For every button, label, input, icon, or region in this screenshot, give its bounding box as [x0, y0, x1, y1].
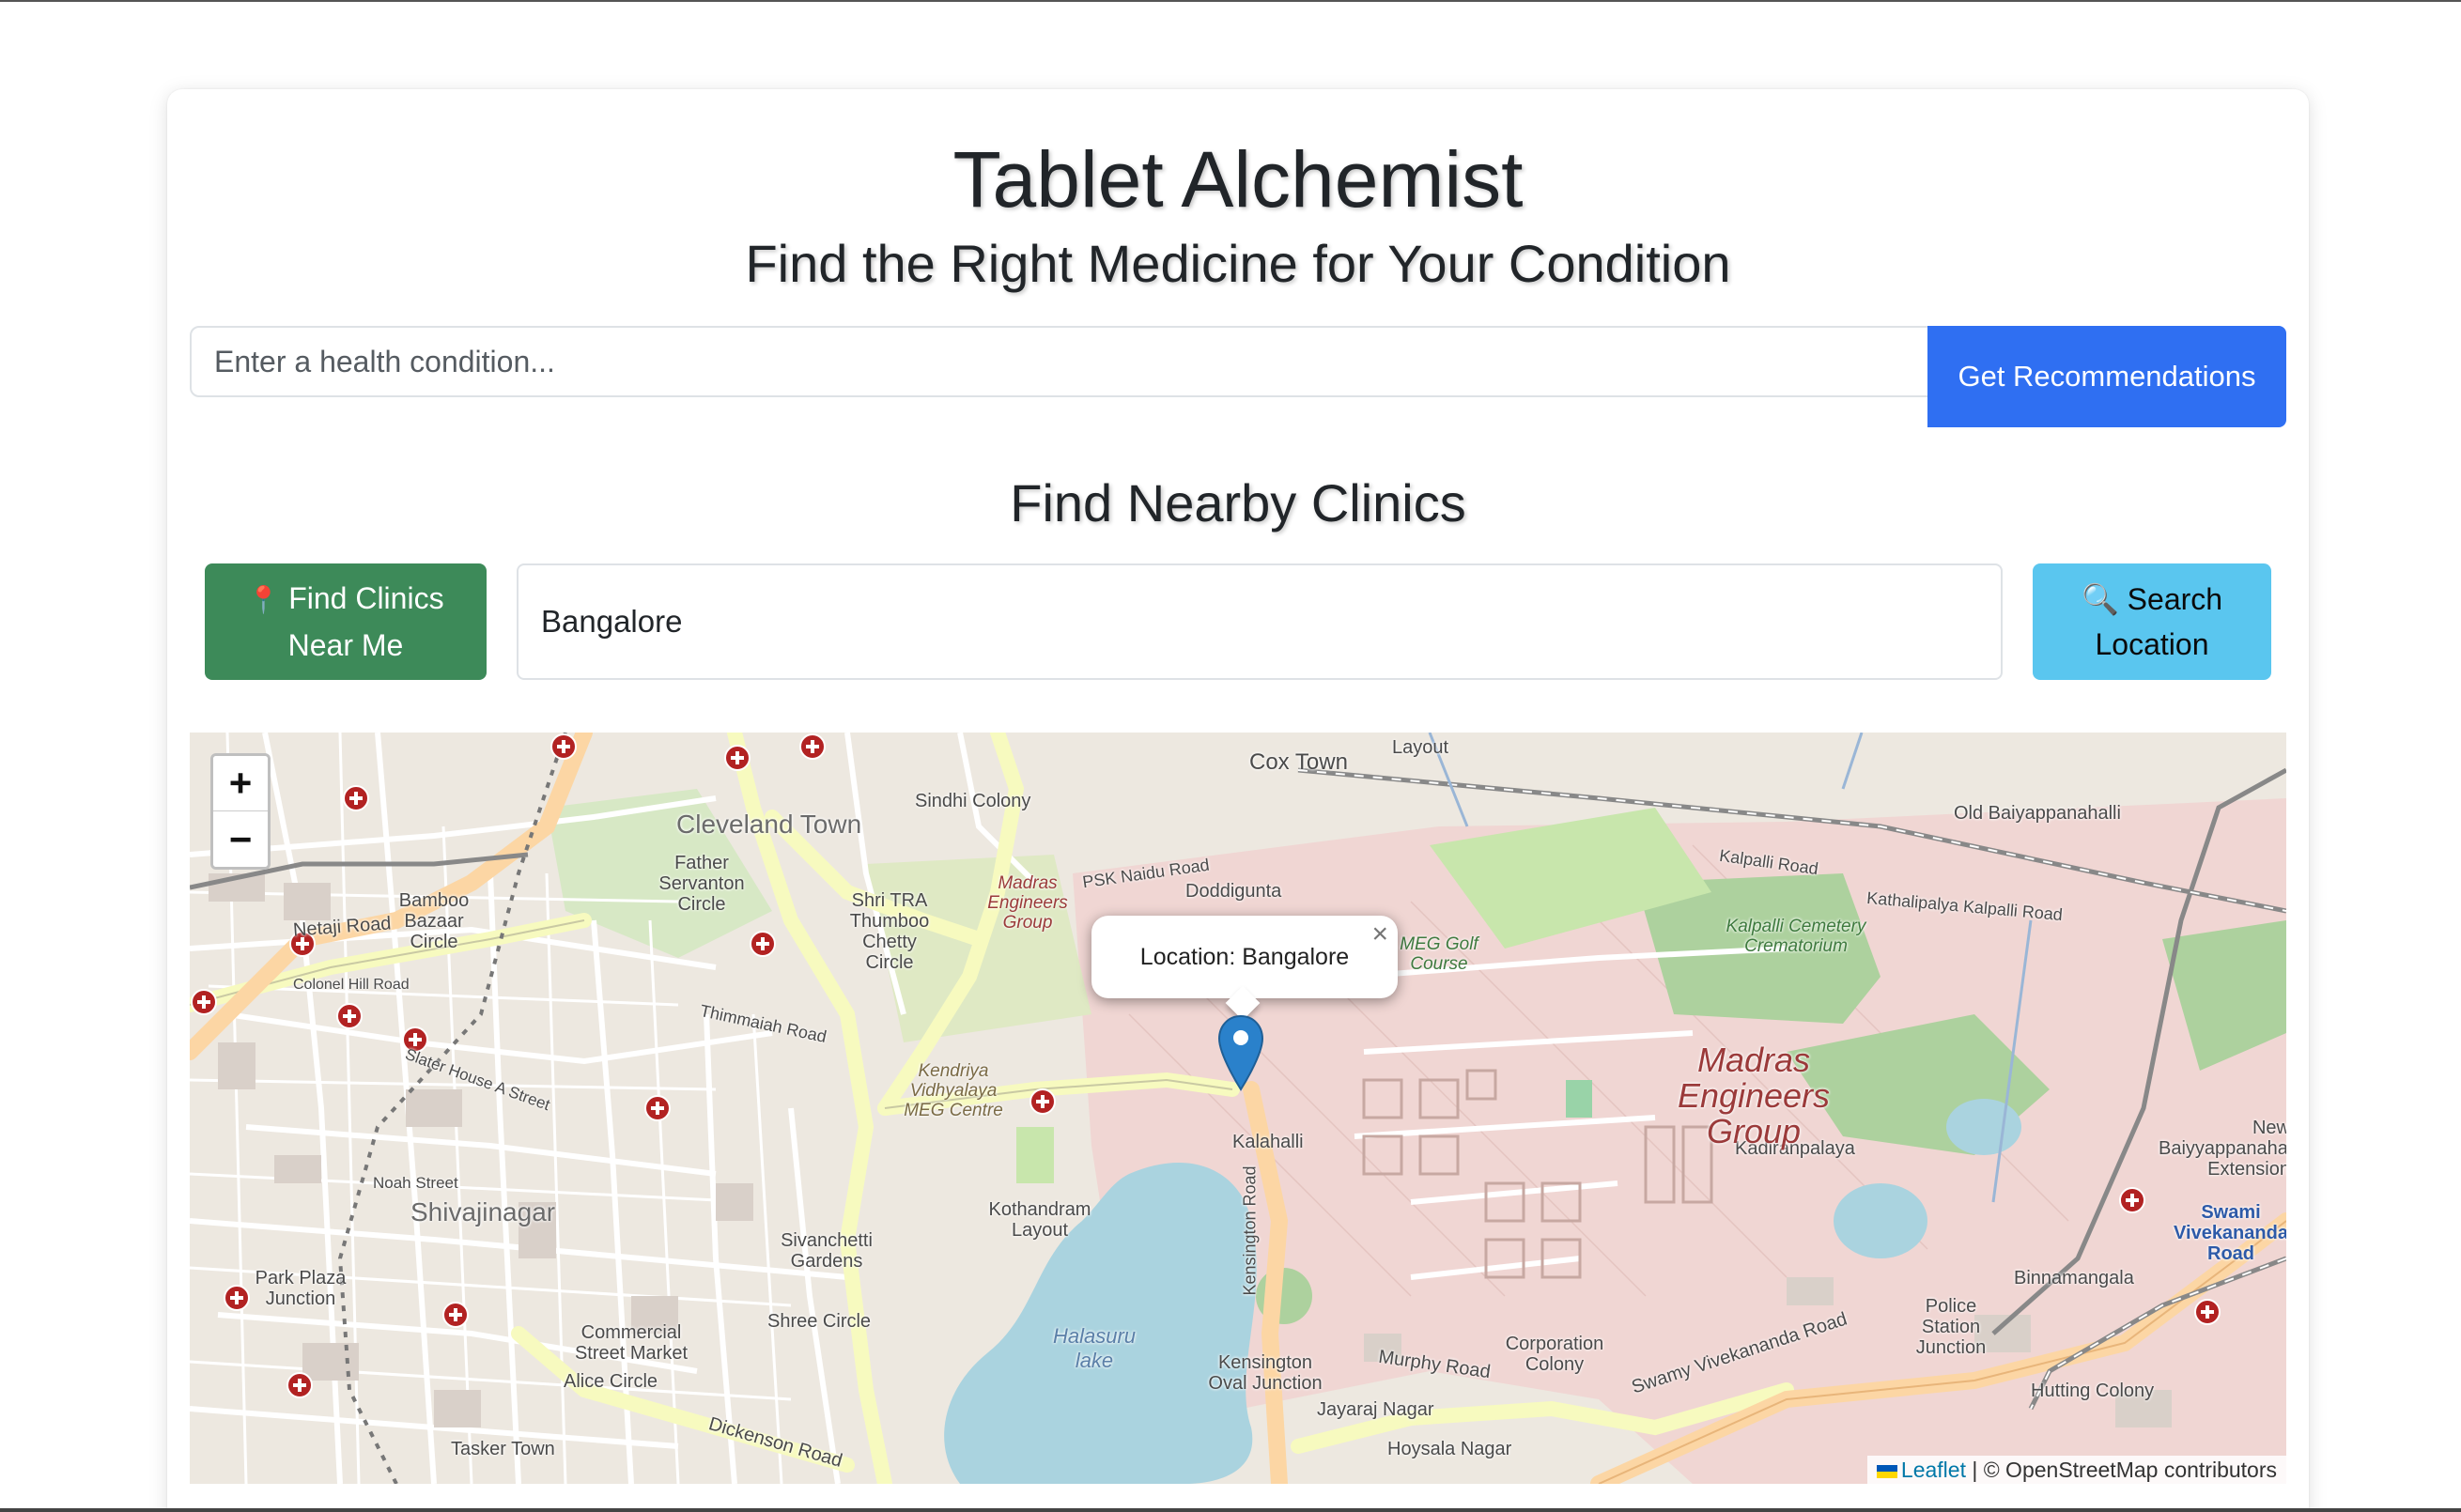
app-subtitle: Find the Right Medicine for Your Conditi… — [745, 234, 1731, 293]
map-label: Shree Circle — [767, 1311, 872, 1332]
map-label: Corporation Colony — [1505, 1334, 1604, 1375]
get-recommendations-button[interactable]: Get Recommendations — [1927, 326, 2286, 427]
map-attribution: Leaflet | © OpenStreetMap contributors — [1866, 1456, 2286, 1484]
map-label: New Baiyyappanahalli Extension — [2159, 1118, 2286, 1180]
map-label: Sindhi Colony — [915, 791, 1031, 811]
location-marker-icon[interactable] — [1217, 1014, 1264, 1091]
map-label: Kendriya Vidhyalaya MEG Centre — [904, 1061, 1003, 1120]
map-label: Jayaraj Nagar — [1317, 1399, 1434, 1420]
map-label: Bamboo Bazaar Circle — [398, 890, 470, 952]
popup-close-button[interactable]: × — [1371, 893, 1388, 976]
zoom-in-button[interactable]: + — [213, 756, 268, 811]
map-label: Kalpalli Cemetery Crematorium — [1726, 917, 1866, 956]
clinic-marker-icon[interactable] — [723, 744, 751, 772]
condition-input[interactable] — [190, 326, 1929, 397]
near-me-label-line1: Find Clinics — [288, 581, 444, 615]
leaflet-link[interactable]: Leaflet — [1901, 1458, 1966, 1482]
map-area-label-madras-engineers-group: Madras Engineers Group — [1677, 1041, 1831, 1150]
map-label: Cleveland Town — [676, 810, 862, 839]
clinic-marker-icon[interactable] — [342, 784, 370, 812]
zoom-out-button[interactable]: − — [213, 811, 268, 867]
search-label-line1: Search — [2127, 582, 2223, 616]
popup-text: Location: Bangalore — [1139, 944, 1350, 970]
map-label: Sivanchetti Gardens — [781, 1230, 873, 1272]
map-label: Park Plaza Junction — [255, 1268, 347, 1309]
pin-icon: 📍 — [247, 585, 281, 614]
map-label: Kensington Oval Junction — [1208, 1352, 1323, 1394]
clinic-marker-icon[interactable] — [549, 733, 578, 761]
clinic-marker-icon[interactable] — [2118, 1186, 2146, 1214]
map-label: Kalahalli — [1232, 1132, 1304, 1152]
map-label: MEG Golf Course — [1400, 934, 1478, 974]
search-label-line2: Location — [2095, 627, 2209, 661]
map-label: Shivajinagar — [410, 1197, 556, 1227]
map-label: Kensington Road — [1240, 1165, 1260, 1296]
clinic-marker-icon[interactable] — [2193, 1298, 2221, 1326]
clinic-marker-icon[interactable] — [190, 988, 218, 1016]
clinic-marker-icon[interactable] — [223, 1284, 251, 1312]
clinic-marker-icon[interactable] — [643, 1094, 672, 1122]
map-label: Noah Street — [373, 1174, 458, 1192]
clinic-marker-icon[interactable] — [749, 930, 777, 958]
map-label: Alice Circle — [564, 1371, 658, 1392]
map-label: Doddigunta — [1185, 881, 1282, 902]
map-label: Father Servanton Circle — [658, 853, 745, 915]
find-clinics-near-me-button[interactable]: 📍 Find Clinics Near Me — [205, 563, 487, 680]
ukraine-flag-icon — [1876, 1464, 1897, 1478]
map-label: Hoysala Nagar — [1387, 1439, 1512, 1459]
clinic-marker-icon[interactable] — [1029, 1088, 1057, 1116]
map-label: Binnamangala — [2014, 1268, 2134, 1288]
map-label: Shri TRA Thumboo Chetty Circle — [849, 890, 930, 973]
search-location-button[interactable]: 🔍 Search Location — [2033, 563, 2271, 680]
app-title: Tablet Alchemist — [952, 135, 1524, 224]
location-input[interactable] — [517, 563, 2003, 680]
map-label: Cox Town — [1249, 749, 1348, 775]
clinic-marker-icon[interactable] — [441, 1301, 470, 1329]
map-label: Swami Vivekananda Road — [2174, 1202, 2286, 1264]
map-label: Kothandram Layout — [988, 1199, 1091, 1241]
location-popup: × Location: Bangalore — [1091, 916, 1398, 1021]
clinics-map[interactable]: Cox Town Cleveland Town Sindhi Colony Fa… — [190, 733, 2286, 1484]
window-bottom-edge — [0, 1508, 2461, 1512]
window-top-edge — [0, 0, 2461, 2]
map-label: Halasuru lake — [1052, 1324, 1137, 1372]
map-label: Commercial Street Market — [574, 1322, 689, 1364]
near-me-label-line2: Near Me — [287, 628, 404, 662]
map-label: Tasker Town — [451, 1439, 555, 1459]
map-label: Hutting Colony — [2031, 1381, 2155, 1401]
clinic-marker-icon[interactable] — [286, 1371, 314, 1399]
map-label: Old Baiyappanahalli — [1954, 803, 2121, 824]
map-label: Layout — [1392, 737, 1449, 758]
magnifier-icon: 🔍 — [2081, 582, 2119, 616]
clinics-heading: Find Nearby Clinics — [1010, 473, 1466, 532]
map-label: Police Station Junction — [1915, 1296, 1987, 1358]
main-card: Tablet Alchemist Find the Right Medicine… — [167, 89, 2309, 1512]
clinic-marker-icon[interactable] — [335, 1002, 364, 1030]
map-label: Colonel Hill Road — [293, 977, 410, 993]
osm-attribution: | © OpenStreetMap contributors — [1972, 1458, 2277, 1482]
map-label: Madras Engineers Group — [987, 873, 1068, 933]
clinic-marker-icon[interactable] — [798, 733, 827, 761]
zoom-control: + − — [210, 753, 271, 870]
